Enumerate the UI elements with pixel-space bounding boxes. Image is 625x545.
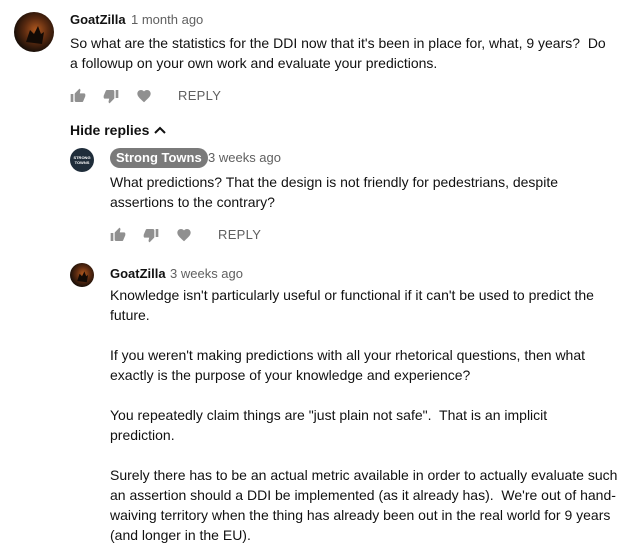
reply-author[interactable]: GoatZilla xyxy=(110,266,166,281)
hide-replies-toggle[interactable]: Hide replies xyxy=(70,122,167,138)
like-button[interactable] xyxy=(108,225,128,245)
heart-icon xyxy=(137,90,151,103)
reply-button[interactable]: REPLY xyxy=(178,88,221,103)
reply-text: What predictions? That the design is not… xyxy=(110,174,562,210)
reply-paragraph: Knowledge isn't particularly useful or f… xyxy=(110,287,598,323)
thumbs-up-icon xyxy=(70,88,86,102)
thumbs-down-icon xyxy=(103,90,119,104)
goatzilla-silhouette-icon xyxy=(77,271,88,283)
goatzilla-avatar[interactable] xyxy=(14,12,54,52)
heart-button[interactable] xyxy=(134,86,154,106)
reply-timestamp[interactable]: 3 weeks ago xyxy=(208,150,281,165)
thumbs-down-icon xyxy=(143,229,159,243)
goatzilla-avatar[interactable] xyxy=(70,263,94,287)
comment-timestamp[interactable]: 1 month ago xyxy=(131,12,203,27)
reply-timestamp[interactable]: 3 weeks ago xyxy=(170,266,243,281)
strong-towns-avatar[interactable]: STRONG TOWNS xyxy=(70,148,94,172)
goatzilla-silhouette-icon xyxy=(26,26,44,44)
reply-paragraph: You repeatedly claim things are "just pl… xyxy=(110,407,552,443)
author-badge[interactable]: Strong Towns xyxy=(110,148,208,168)
like-button[interactable] xyxy=(68,86,88,106)
thumbs-up-icon xyxy=(110,227,126,241)
chevron-up-icon xyxy=(154,126,167,134)
heart-icon xyxy=(177,229,191,242)
hide-replies-label: Hide replies xyxy=(70,122,150,138)
reply-paragraph: Surely there has to be an actual metric … xyxy=(110,467,622,543)
comment-author[interactable]: GoatZilla xyxy=(70,12,126,27)
reply-paragraph: If you weren't making predictions with a… xyxy=(110,347,589,383)
strong-towns-logo-text: STRONG TOWNS xyxy=(73,155,91,165)
dislike-button[interactable] xyxy=(141,225,161,245)
heart-button[interactable] xyxy=(174,225,194,245)
reply-button[interactable]: REPLY xyxy=(218,227,261,242)
comment-text: So what are the statistics for the DDI n… xyxy=(70,35,610,71)
dislike-button[interactable] xyxy=(101,86,121,106)
